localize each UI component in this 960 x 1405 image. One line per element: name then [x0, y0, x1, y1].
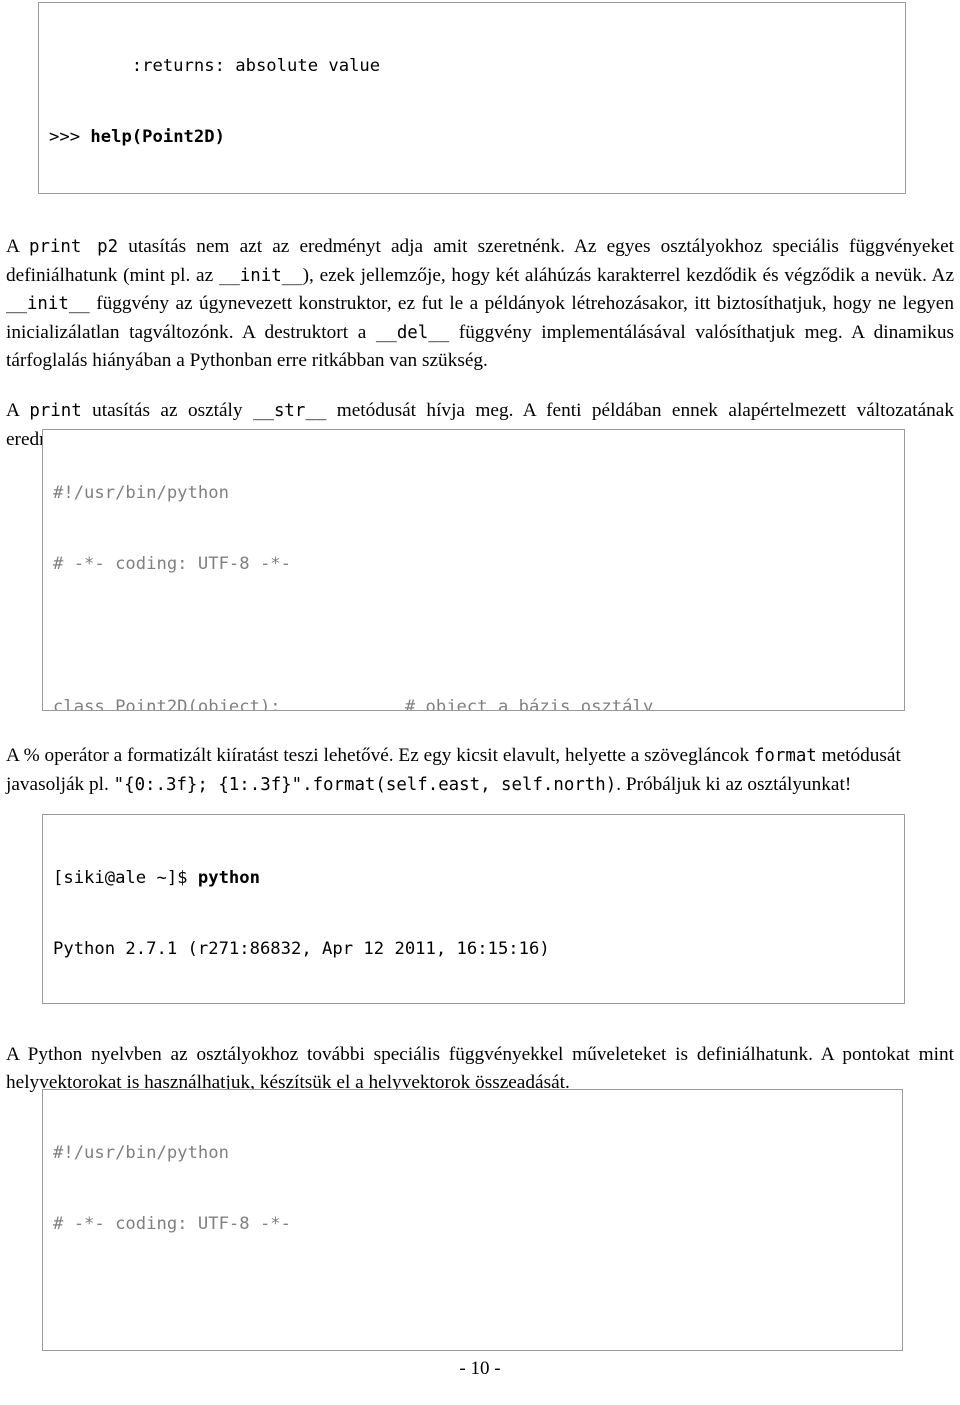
paragraph-init-explanation: A print p2 utasítás nem azt az eredményt…	[6, 233, 954, 374]
inline-code: __init__	[218, 265, 303, 286]
inline-code: __init__	[6, 294, 90, 315]
inline-code: format	[753, 746, 817, 767]
code-block-point2d-add: #!/usr/bin/python # -*- coding: UTF-8 -*…	[42, 1089, 903, 1351]
text-run: A % operátor a formatizált kiíratást tes…	[6, 745, 754, 767]
page-footer-number: - 10 -	[459, 1358, 501, 1379]
terminal-line: [siki@ale ~]$ python	[53, 867, 904, 891]
inline-code: "{0:.3f}; {1:.3f}".format(self.east, sel…	[113, 774, 617, 795]
code-line: class Point2D(object): # object a bázis …	[53, 696, 654, 711]
text-run: utasítás az osztály	[81, 400, 253, 422]
code-line: #!/usr/bin/python	[53, 482, 229, 503]
inline-code: print p2	[29, 237, 119, 258]
code-line: >>> help(Point2D)	[49, 126, 225, 147]
shell-command: python	[197, 867, 260, 888]
inline-code: __str__	[253, 401, 327, 422]
text-run: A	[6, 236, 30, 258]
code-input-bold: help(Point2D)	[90, 126, 225, 147]
paragraph-vector-addition-intro: A Python nyelvben az osztályokhoz tovább…	[6, 1044, 954, 1093]
code-line: #!/usr/bin/python	[53, 1142, 229, 1163]
paragraph-format-explanation: A % operátor a formatizált kiíratást tes…	[6, 742, 906, 799]
code-line: # -*- coding: UTF-8 -*-	[53, 553, 291, 574]
inline-code: print	[29, 401, 82, 422]
code-line: :returns: absolute value	[49, 55, 381, 76]
code-line: # -*- coding: UTF-8 -*-	[53, 1213, 291, 1234]
inline-code: __del__	[375, 322, 450, 343]
code-block-terminal-session: [siki@ale ~]$ python Python 2.7.1 (r271:…	[42, 814, 905, 1004]
code-block-help-output: :returns: absolute value >>> help(Point2…	[38, 2, 906, 194]
text-run: ), ezek jellemzője, hogy két aláhúzás ka…	[302, 264, 955, 286]
document-page: :returns: absolute value >>> help(Point2…	[0, 0, 960, 1405]
code-block-point2d-str: #!/usr/bin/python # -*- coding: UTF-8 -*…	[42, 429, 905, 711]
text-run: . Próbáljuk ki az osztályunkat!	[616, 773, 852, 795]
shell-prompt: [siki@ale ~]$	[53, 867, 198, 888]
text-run: A	[6, 400, 30, 422]
terminal-line: Python 2.7.1 (r271:86832, Apr 12 2011, 1…	[53, 938, 550, 959]
